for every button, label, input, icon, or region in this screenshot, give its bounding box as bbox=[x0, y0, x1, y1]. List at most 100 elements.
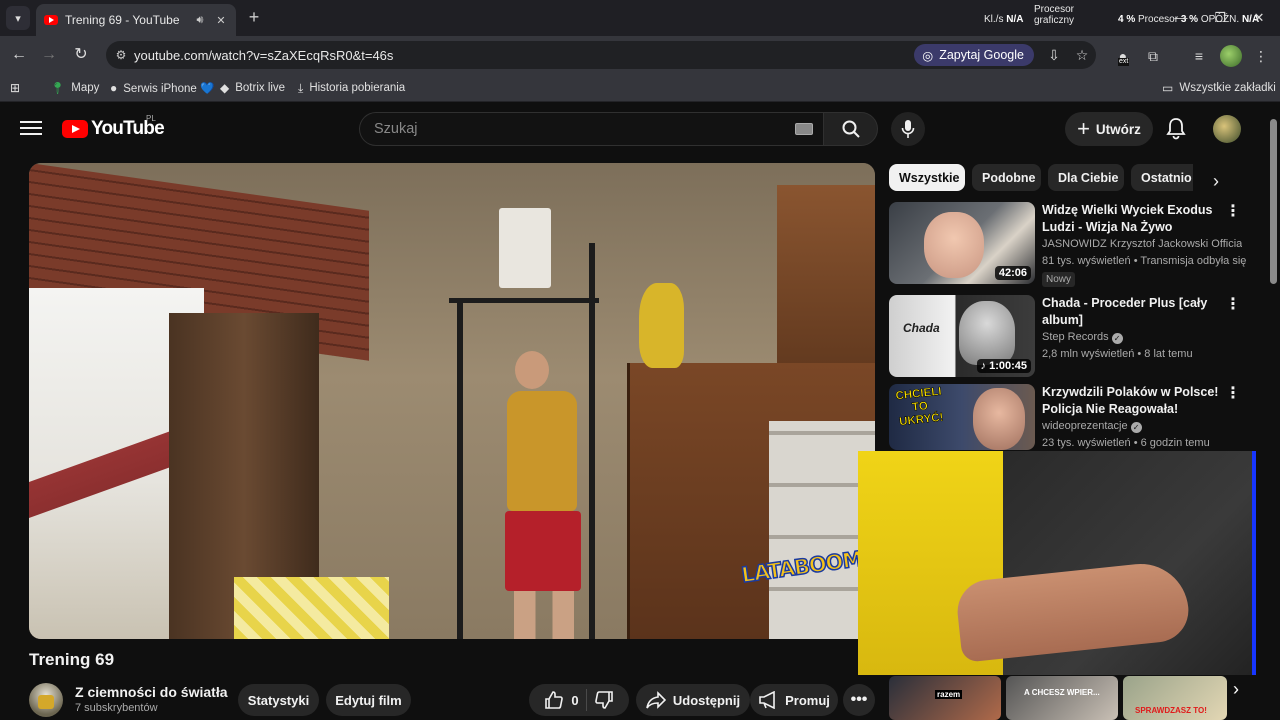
speaker-icon[interactable]: 🔊︎ bbox=[193, 14, 207, 27]
promote-button[interactable]: Promuj bbox=[750, 684, 838, 716]
tab-search-button[interactable]: ▾ bbox=[6, 6, 30, 30]
recommendation-item[interactable]: 42:06 Widzę Wielki Wyciek Exodus Ludzi -… bbox=[889, 202, 1259, 288]
bookmark-star-icon[interactable]: ☆ bbox=[1068, 47, 1096, 64]
recommendation-item[interactable]: CHCIELI TO UKRYĆ! Krzywdzili Polaków w P… bbox=[889, 384, 1259, 450]
ask-google-button[interactable]: ◎ Zapytaj Google bbox=[914, 44, 1034, 66]
overlay-video[interactable] bbox=[858, 451, 1256, 675]
bookmark-serwis-iphone[interactable]: ● Serwis iPhone 💙 bbox=[110, 79, 214, 97]
forward-button[interactable]: → bbox=[37, 43, 61, 67]
chip-ostatnio[interactable]: Ostatnio przesłane bbox=[1131, 164, 1193, 191]
more-vertical-icon[interactable]: ⋮ bbox=[1225, 295, 1241, 315]
more-vertical-icon[interactable]: ⋮ bbox=[1225, 202, 1241, 222]
media-controls-icon[interactable]: ≡ bbox=[1188, 45, 1210, 67]
recommendation-meta: 2,8 mln wyświetleń • 8 lat temu bbox=[1042, 348, 1193, 360]
page-scrollbar[interactable] bbox=[1267, 104, 1280, 720]
profile-avatar[interactable] bbox=[1220, 45, 1242, 67]
video-duration: 42:06 bbox=[994, 266, 1031, 280]
stats-button[interactable]: Statystyki bbox=[238, 684, 319, 716]
more-actions-button[interactable]: ••• bbox=[843, 684, 875, 716]
ask-google-label: Zapytaj Google bbox=[939, 48, 1024, 62]
chevron-right-icon[interactable]: › bbox=[1203, 168, 1229, 194]
channel-avatar[interactable] bbox=[29, 683, 63, 717]
share-label: Udostępnij bbox=[672, 692, 741, 708]
bookmark-label: Mapy bbox=[71, 82, 100, 94]
site-info-icon[interactable]: ⚙ bbox=[108, 48, 134, 62]
extension-ext-icon[interactable]: ● ext bbox=[1112, 45, 1134, 67]
new-tab-button[interactable]: + bbox=[244, 7, 264, 27]
video-duration-value: 1:00:45 bbox=[989, 360, 1027, 372]
notifications-bell-icon[interactable] bbox=[1163, 116, 1189, 142]
video-frame-person bbox=[507, 391, 577, 511]
bookmark-botrix-live[interactable]: ◆ Botrix live bbox=[220, 79, 285, 97]
subscriber-count: 7 subskrybentów bbox=[75, 702, 158, 714]
maximize-window-button[interactable]: ❐ bbox=[1205, 8, 1235, 28]
megaphone-icon bbox=[759, 691, 775, 709]
more-horizontal-icon: ••• bbox=[850, 691, 868, 708]
all-bookmarks[interactable]: ▭ Wszystkie zakładki bbox=[1162, 79, 1276, 97]
video-frame-person bbox=[515, 351, 549, 389]
shorts-row: razem A CHCESZ WPIER... SPRAWDZASZ TO! › bbox=[889, 676, 1259, 720]
perf-gpu-label-2: graficzny bbox=[1034, 15, 1075, 26]
create-button[interactable]: + Utwórz bbox=[1065, 112, 1153, 146]
all-bookmarks-label: Wszystkie zakładki bbox=[1179, 82, 1276, 94]
recommendation-title[interactable]: Krzywdzili Polaków w Polsce! Policja Nie… bbox=[1042, 384, 1220, 418]
extensions-puzzle-icon[interactable]: ⧉ bbox=[1142, 45, 1164, 67]
video-thumbnail[interactable]: CHCIELI TO UKRYĆ! bbox=[889, 384, 1035, 450]
address-bar[interactable]: ⚙ youtube.com/watch?v=sZaXEcqRsR0&t=46s … bbox=[106, 41, 1096, 69]
recommendation-channel[interactable]: wideoprezentacje ✓ bbox=[1042, 420, 1242, 433]
chip-label: Dla Ciebie bbox=[1058, 170, 1119, 185]
thumbnail-face bbox=[959, 301, 1015, 365]
reload-button[interactable]: ↻ bbox=[69, 43, 93, 67]
like-dislike-group: 0 bbox=[529, 684, 629, 716]
hamburger-menu-icon[interactable] bbox=[20, 118, 42, 138]
keyboard-icon[interactable] bbox=[795, 123, 813, 135]
minimize-window-button[interactable]: — bbox=[1166, 8, 1196, 28]
account-avatar[interactable] bbox=[1213, 115, 1241, 143]
close-window-button[interactable]: ✕ bbox=[1244, 8, 1274, 28]
search-input[interactable] bbox=[360, 121, 795, 137]
chevron-right-icon[interactable]: › bbox=[1223, 676, 1249, 702]
chip-podobne[interactable]: Podobne bbox=[972, 164, 1041, 191]
back-button[interactable]: ← bbox=[7, 43, 31, 67]
folder-icon: ▭ bbox=[1162, 81, 1174, 95]
search-button[interactable] bbox=[823, 112, 878, 146]
short-caption: razem bbox=[935, 690, 963, 699]
short-thumbnail[interactable]: razem bbox=[889, 676, 1001, 720]
share-arrow-icon bbox=[646, 691, 666, 709]
chip-dla-ciebie[interactable]: Dla Ciebie bbox=[1048, 164, 1124, 191]
recommendation-title[interactable]: Chada - Proceder Plus [cały album] bbox=[1042, 295, 1220, 329]
apps-grid-icon[interactable]: ⊞ bbox=[10, 79, 20, 97]
chip-wszystkie[interactable]: Wszystkie bbox=[889, 164, 965, 191]
bookmark-historia-pobierania[interactable]: ⤓ Historia pobierania bbox=[298, 79, 405, 97]
recommendation-item[interactable]: Chada ♪ 1:00:45 Chada - Proceder Plus [c… bbox=[889, 295, 1259, 377]
chevron-down-icon: ▾ bbox=[15, 12, 21, 25]
share-button[interactable]: Udostępnij bbox=[636, 684, 750, 716]
recommendation-channel[interactable]: Step Records ✓ bbox=[1042, 331, 1242, 344]
scrollbar-thumb[interactable] bbox=[1270, 119, 1277, 284]
edit-video-button[interactable]: Edytuj film bbox=[326, 684, 411, 716]
channel-name[interactable]: Z ciemności do światła bbox=[75, 684, 228, 700]
video-frame-person bbox=[514, 591, 574, 639]
browser-tab-active[interactable]: Trening 69 - YouTube 🔊︎ ✕ bbox=[36, 4, 236, 36]
more-vertical-icon[interactable]: ⋮ bbox=[1225, 384, 1241, 404]
thumbs-down-icon[interactable] bbox=[594, 690, 614, 710]
youtube-logo[interactable]: YouTube PL bbox=[62, 114, 165, 140]
recommendation-channel[interactable]: JASNOWIDZ Krzysztof Jackowski Official bbox=[1042, 238, 1242, 250]
browser-menu-icon[interactable]: ⋮ bbox=[1250, 45, 1272, 67]
thumbs-up-icon[interactable] bbox=[544, 690, 564, 710]
close-tab-icon[interactable]: ✕ bbox=[214, 14, 228, 27]
video-frame-table bbox=[234, 577, 389, 639]
url-text[interactable]: youtube.com/watch?v=sZaXEcqRsR0&t=46s bbox=[134, 48, 914, 63]
extension-ext-badge: ext bbox=[1118, 58, 1130, 66]
watermark-logo: LATABOOM bbox=[739, 546, 864, 588]
short-thumbnail[interactable]: SPRAWDZASZ TO! bbox=[1123, 676, 1227, 720]
install-app-icon[interactable]: ⇩ bbox=[1040, 47, 1068, 64]
video-frame-rack bbox=[457, 298, 463, 639]
video-player[interactable]: LATABOOM bbox=[29, 163, 875, 639]
short-thumbnail[interactable]: A CHCESZ WPIER... bbox=[1006, 676, 1118, 720]
video-thumbnail[interactable]: 42:06 bbox=[889, 202, 1035, 284]
bookmark-mapy[interactable]: 📍︎ Mapy bbox=[50, 79, 99, 97]
recommendation-title[interactable]: Widzę Wielki Wyciek Exodus Ludzi - Wizja… bbox=[1042, 202, 1220, 236]
voice-search-button[interactable] bbox=[891, 112, 925, 146]
video-thumbnail[interactable]: Chada ♪ 1:00:45 bbox=[889, 295, 1035, 377]
